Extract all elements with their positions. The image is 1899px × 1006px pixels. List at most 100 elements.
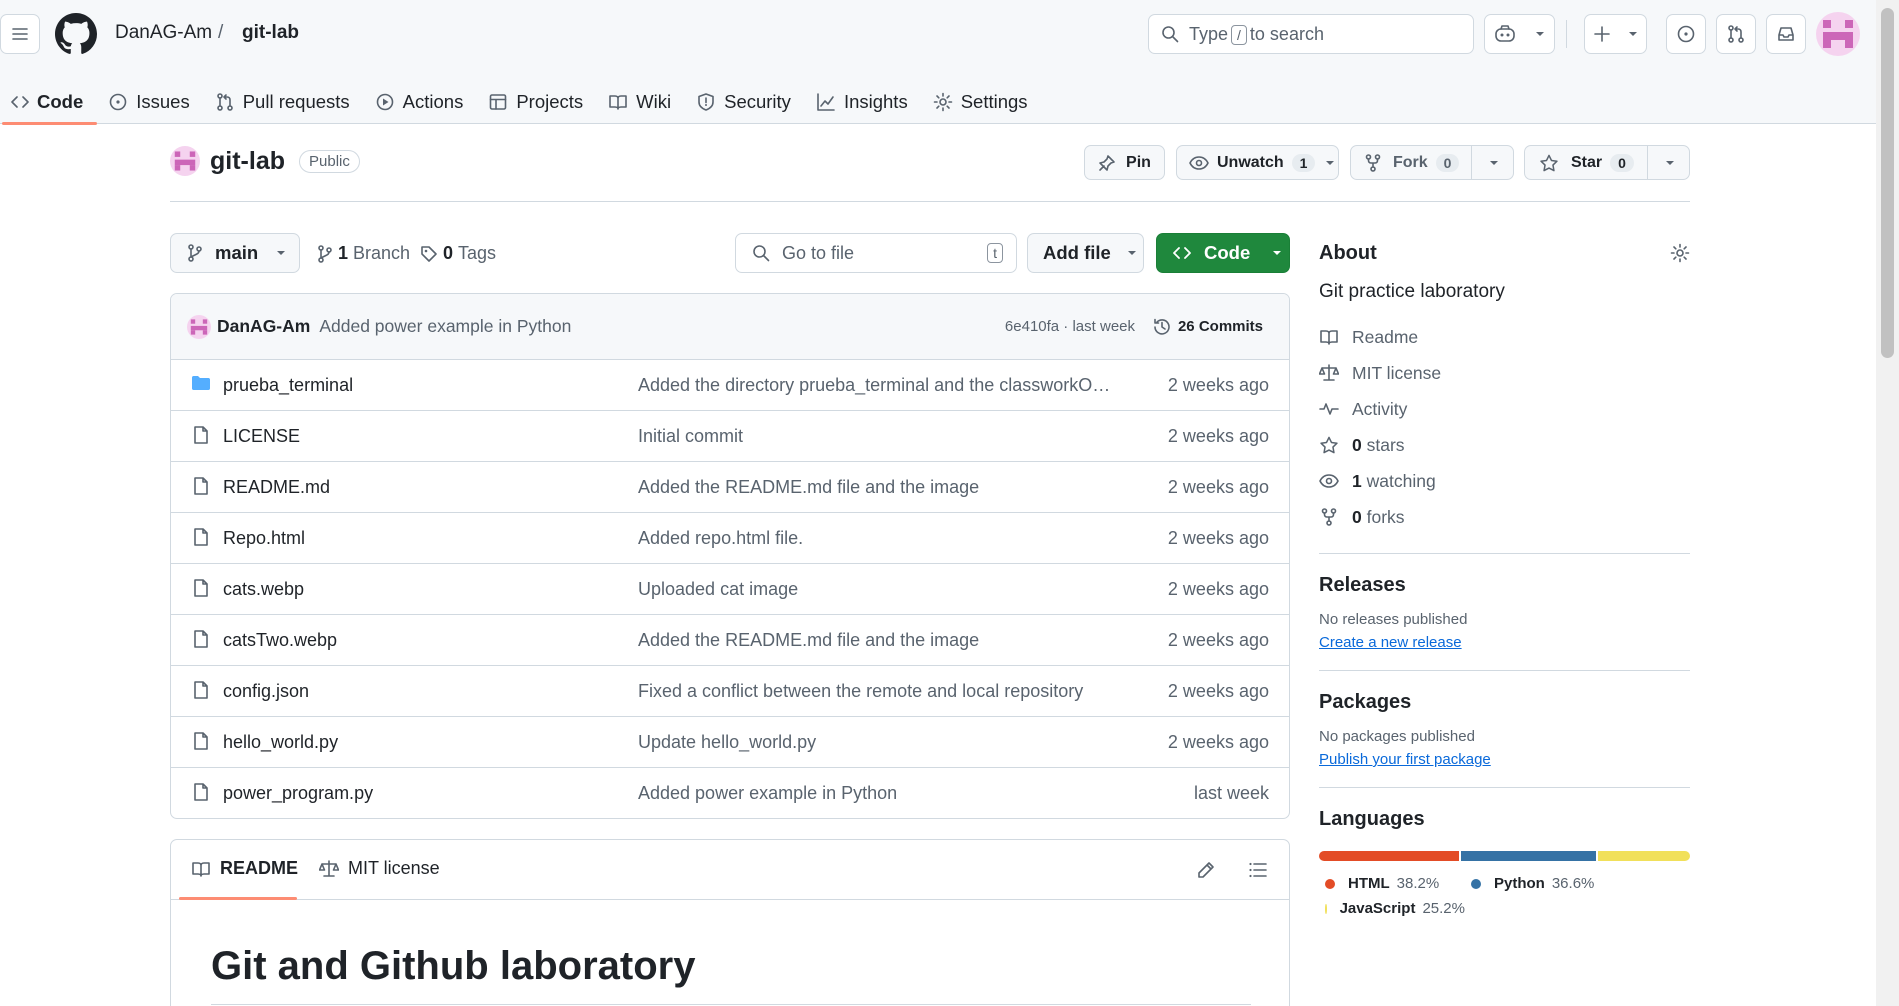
pin-button[interactable]: Pin <box>1084 145 1165 180</box>
commit-author[interactable]: DanAG-Am <box>217 316 310 337</box>
outline-button[interactable] <box>1248 860 1268 880</box>
tab-readme[interactable]: README <box>191 858 298 879</box>
activity-link[interactable]: Activity <box>1319 391 1690 427</box>
language-item[interactable]: Python 36.6% <box>1471 875 1661 892</box>
tab-security[interactable]: Security <box>685 80 805 124</box>
file-commit-message[interactable]: Initial commit <box>638 426 1118 447</box>
inbox-button[interactable] <box>1766 14 1806 54</box>
tab-actions-label: Actions <box>402 91 464 112</box>
file-row[interactable]: Repo.html Added repo.html file. 2 weeks ag… <box>171 513 1289 564</box>
file-row[interactable]: hello_world.py Update hello_world.py 2 wee… <box>171 717 1289 768</box>
branches-link[interactable]: 1 Branch <box>317 243 410 264</box>
license-link[interactable]: MIT license <box>1319 355 1690 391</box>
file-commit-message[interactable]: Added the README.md file and the image <box>638 630 1118 651</box>
pull-requests-button[interactable] <box>1716 14 1756 54</box>
visibility-badge: Public <box>299 149 360 173</box>
tab-issues-label: Issues <box>136 91 190 112</box>
file-name[interactable]: config.json <box>223 681 309 702</box>
tab-actions[interactable]: Actions <box>364 80 478 124</box>
file-name[interactable]: cats.webp <box>223 579 304 600</box>
owner-avatar[interactable] <box>170 146 200 176</box>
publish-package-link[interactable]: Publish your first package <box>1319 751 1491 768</box>
file-commit-message[interactable]: Added the directory prueba_terminal and … <box>638 375 1118 396</box>
page-scrollbar[interactable] <box>1876 0 1899 1006</box>
create-new-button[interactable] <box>1584 14 1647 54</box>
edit-readme-button[interactable] <box>1196 860 1216 880</box>
file-name[interactable]: README.md <box>223 477 330 498</box>
file-row[interactable]: power_program.py Added power example in P… <box>171 768 1289 818</box>
tab-issues[interactable]: Issues <box>97 80 203 124</box>
tab-code[interactable]: Code <box>0 80 98 125</box>
file-name[interactable]: LICENSE <box>223 426 300 447</box>
file-row[interactable]: LICENSE Initial commit 2 weeks ago <box>171 411 1289 462</box>
file-name[interactable]: catsTwo.webp <box>223 630 337 651</box>
commit-author-avatar[interactable] <box>187 314 211 339</box>
go-to-file-input[interactable]: Go to file t <box>735 233 1017 273</box>
code-button[interactable]: Code <box>1156 233 1290 273</box>
commits-history-link[interactable]: 26 Commits <box>1152 317 1263 337</box>
file-commit-message[interactable]: Uploaded cat image <box>638 579 1118 600</box>
user-avatar[interactable] <box>1816 12 1860 56</box>
about-settings-button[interactable] <box>1670 243 1690 263</box>
unwatch-count: 1 <box>1291 153 1316 172</box>
commit-hash-time[interactable]: 6e410fa · last week <box>1005 318 1135 335</box>
star-button[interactable]: Star 0 <box>1524 145 1690 180</box>
breadcrumb-repo[interactable]: git-lab <box>242 22 299 44</box>
file-row[interactable]: config.json Fixed a conflict between the … <box>171 666 1289 717</box>
readme-link[interactable]: Readme <box>1319 319 1690 355</box>
file-commit-message[interactable]: Added the README.md file and the image <box>638 477 1118 498</box>
file-name[interactable]: hello_world.py <box>223 732 338 753</box>
tags-label: Tags <box>458 243 497 263</box>
commit-message[interactable]: Added power example in Python <box>319 316 571 337</box>
packages-title[interactable]: Packages <box>1319 691 1690 714</box>
file-commit-message[interactable]: Added power example in Python <box>638 783 1118 804</box>
file-row[interactable]: cats.webp Uploaded cat image 2 weeks ago <box>171 564 1289 615</box>
add-file-button[interactable]: Add file <box>1027 233 1144 273</box>
unwatch-button[interactable]: Unwatch 1 <box>1176 145 1339 180</box>
create-release-link[interactable]: Create a new release <box>1319 634 1462 651</box>
language-item[interactable]: HTML 38.2% <box>1325 875 1465 892</box>
tab-settings[interactable]: Settings <box>922 80 1042 124</box>
tab-projects[interactable]: Projects <box>477 80 597 124</box>
pin-icon <box>1099 154 1115 171</box>
github-logo-icon[interactable] <box>55 13 97 55</box>
branch-selector[interactable]: main <box>170 233 300 273</box>
file-commit-time: 2 weeks ago <box>1167 527 1269 548</box>
tags-link[interactable]: 0 Tags <box>420 243 496 264</box>
file-commit-message[interactable]: Update hello_world.py <box>638 732 1118 753</box>
stars-label: stars <box>1366 434 1405 455</box>
breadcrumb-owner[interactable]: DanAG-Am <box>115 22 212 44</box>
file-commit-message[interactable]: Fixed a conflict between the remote and … <box>638 681 1118 702</box>
file-row[interactable]: catsTwo.webp Added the README.md file and… <box>171 615 1289 666</box>
scrollbar-thumb[interactable] <box>1881 8 1894 358</box>
file-commit-time: last week <box>1193 783 1269 803</box>
language-item[interactable]: JavaScript 25.2% <box>1325 900 1465 917</box>
file-icon <box>194 783 208 801</box>
file-commit-message[interactable]: Added repo.html file. <box>638 528 1118 549</box>
watchers-link[interactable]: 1 watching <box>1319 463 1690 499</box>
issues-button[interactable] <box>1666 14 1706 54</box>
repo-title-row: git-lab Public <box>170 146 360 176</box>
copilot-button[interactable] <box>1484 14 1555 54</box>
tab-pull-requests[interactable]: Pull requests <box>204 80 364 124</box>
repo-name[interactable]: git-lab <box>210 147 285 176</box>
tab-license[interactable]: MIT license <box>319 858 440 879</box>
global-search-input[interactable]: Type / to search <box>1148 14 1474 54</box>
file-row[interactable]: README.md Added the README.md file and th… <box>171 462 1289 513</box>
fork-button[interactable]: Fork 0 <box>1350 145 1514 180</box>
code-icon <box>11 96 29 108</box>
file-name[interactable]: Repo.html <box>223 528 305 549</box>
tab-insights[interactable]: Insights <box>805 80 922 124</box>
forks-link[interactable]: 0 forks <box>1319 499 1690 535</box>
star-label: Star <box>1571 153 1603 171</box>
menu-button[interactable] <box>0 14 40 54</box>
graph-icon <box>817 93 835 111</box>
file-row[interactable]: prueba_terminal Added the directory prueb… <box>171 360 1289 411</box>
stars-link[interactable]: 0 stars <box>1319 427 1690 463</box>
file-name[interactable]: prueba_terminal <box>223 375 353 396</box>
tab-license-label: MIT license <box>348 858 440 878</box>
star-icon <box>1540 154 1558 171</box>
tab-wiki[interactable]: Wiki <box>597 80 685 124</box>
releases-title[interactable]: Releases <box>1319 574 1690 597</box>
file-name[interactable]: power_program.py <box>223 783 373 804</box>
